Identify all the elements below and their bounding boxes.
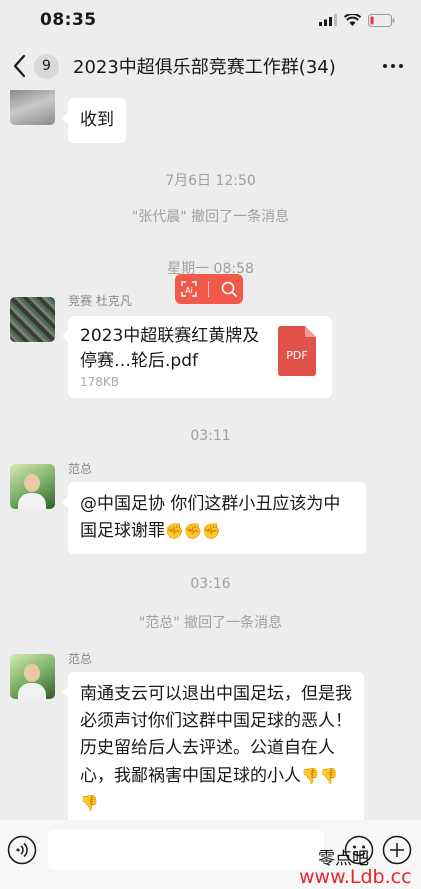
message-bubble[interactable]: 南通支云可以退出中国足坛，但是我必须声讨你们这群中国足球的恶人！历史留给后人去评… xyxy=(62,672,364,820)
pdf-file-icon: PDF xyxy=(278,326,316,376)
sender-name: 范总 xyxy=(68,652,93,666)
watermark-url: www.Ldb.cc xyxy=(299,866,412,888)
unread-badge: 9 xyxy=(34,53,59,79)
battery-icon xyxy=(368,13,395,27)
chevron-left-icon xyxy=(13,54,26,78)
voice-icon[interactable] xyxy=(7,835,37,865)
search-icon[interactable] xyxy=(220,280,238,298)
text-extract-icon[interactable]: Ai xyxy=(180,280,198,298)
timestamp: 03:11 xyxy=(190,428,231,444)
avatar[interactable] xyxy=(10,297,55,342)
status-bar: 08:35 xyxy=(0,0,421,40)
plus-icon[interactable] xyxy=(382,835,412,865)
sender-name: 竞赛 杜克凡 xyxy=(68,294,132,308)
input-bar: 零点吧 www.Ldb.cc xyxy=(0,820,421,889)
avatar[interactable] xyxy=(10,654,55,699)
recall-notice: "张代晨" 撤回了一条消息 xyxy=(131,209,290,225)
sender-name: 范总 xyxy=(68,462,93,476)
file-size: 178KB xyxy=(80,375,120,390)
avatar[interactable] xyxy=(10,464,55,509)
status-icons xyxy=(319,13,395,27)
recall-notice: "范总" 撤回了一条消息 xyxy=(138,615,283,631)
chat-title: 2023中超俱乐部竞赛工作群(34) xyxy=(73,57,336,78)
file-message[interactable]: 2023中超联赛红黄牌及停赛…轮后.pdf 178KB PDF xyxy=(62,316,332,398)
timestamp: 03:16 xyxy=(190,576,231,592)
more-options-icon[interactable] xyxy=(381,54,405,78)
fist-emoji: ✊✊✊ xyxy=(165,522,222,541)
message-input[interactable] xyxy=(48,830,324,870)
avatar[interactable] xyxy=(10,90,55,125)
message-bubble[interactable]: 收到 xyxy=(62,98,126,144)
wifi-icon xyxy=(344,14,361,26)
message-text: 收到 xyxy=(80,110,114,130)
floating-toolbar[interactable]: Ai xyxy=(175,274,243,304)
nav-bar: 9 2023中超俱乐部竞赛工作群(34) xyxy=(0,42,421,90)
message-bubble[interactable]: @中国足协 你们这群小丑应该为中国足球谢罪✊✊✊ xyxy=(62,482,366,555)
back-button[interactable]: 9 xyxy=(10,52,59,80)
chat-area[interactable]: 收到 7月6日 12:50 "张代晨" 撤回了一条消息 星期一 08:58 竞赛… xyxy=(0,90,421,820)
signal-icon xyxy=(319,14,337,26)
status-time: 08:35 xyxy=(40,10,97,30)
pdf-label: PDF xyxy=(286,349,307,362)
svg-text:Ai: Ai xyxy=(185,286,193,295)
file-name: 2023中超联赛红黄牌及停赛…轮后.pdf xyxy=(80,326,260,371)
timestamp: 7月6日 12:50 xyxy=(165,173,256,189)
